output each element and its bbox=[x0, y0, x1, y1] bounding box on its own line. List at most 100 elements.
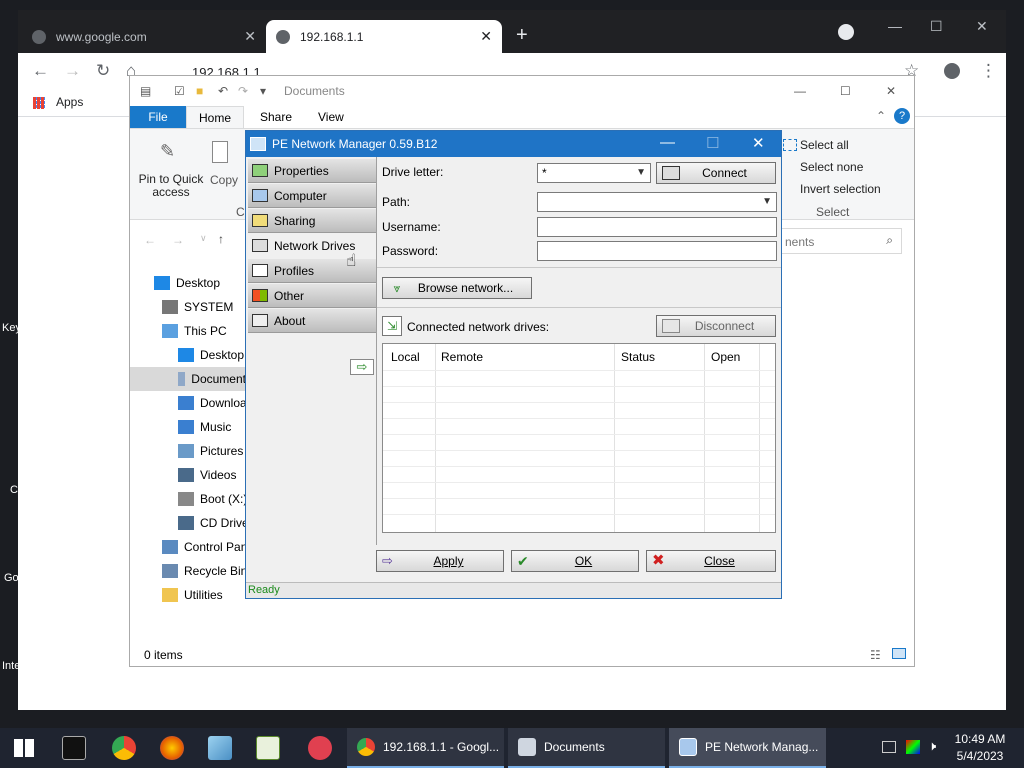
maximize-icon[interactable]: ☐ bbox=[706, 134, 719, 152]
nav-item[interactable]: Videos bbox=[178, 463, 236, 487]
close-tab-icon[interactable]: ✕ bbox=[480, 28, 492, 45]
profile-icon[interactable] bbox=[944, 63, 960, 79]
properties-icon[interactable]: ▤ bbox=[140, 84, 151, 98]
chart-tool-icon[interactable] bbox=[256, 736, 280, 760]
nav-item[interactable]: Desktop bbox=[154, 271, 220, 295]
ribbon-collapse-icon[interactable]: ⌃ bbox=[876, 109, 886, 123]
minimize-icon[interactable]: — bbox=[660, 134, 675, 151]
tab-properties[interactable]: Properties bbox=[248, 159, 376, 183]
tab-search-icon[interactable] bbox=[838, 24, 854, 40]
close-tab-icon[interactable]: ✕ bbox=[244, 28, 256, 45]
column-remote[interactable]: Remote bbox=[441, 350, 483, 364]
connected-drives-table[interactable]: Local Remote Status Open bbox=[382, 343, 776, 533]
password-field[interactable] bbox=[537, 241, 777, 261]
tab-sharing[interactable]: Sharing bbox=[248, 209, 376, 233]
tab-network-drives[interactable]: Network Drives bbox=[248, 234, 376, 258]
customize-qa-icon[interactable]: ▾ bbox=[260, 84, 266, 98]
firefox-icon[interactable] bbox=[160, 736, 184, 760]
checkmark-icon[interactable]: ☑ bbox=[174, 84, 185, 98]
help-icon[interactable]: ? bbox=[894, 108, 910, 124]
maximize-icon[interactable]: ☐ bbox=[840, 84, 851, 98]
path-combobox[interactable]: ▼ bbox=[537, 192, 777, 212]
ok-button[interactable]: ✔ OK bbox=[511, 550, 639, 572]
apps-grid-icon[interactable] bbox=[33, 97, 45, 109]
nav-item[interactable]: Utilities bbox=[162, 583, 223, 607]
minimize-icon[interactable]: — bbox=[888, 18, 902, 34]
nav-item[interactable]: Desktop bbox=[178, 343, 244, 367]
nav-item[interactable]: Document bbox=[130, 367, 246, 391]
menu-icon[interactable]: ⋮ bbox=[980, 61, 997, 81]
back-icon[interactable]: ← bbox=[32, 61, 49, 81]
apps-link[interactable]: Apps bbox=[56, 95, 83, 109]
invert-selection-button[interactable]: Invert selection bbox=[800, 182, 881, 196]
expand-arrow-icon[interactable]: ⇨ bbox=[350, 359, 374, 375]
close-icon[interactable]: ✕ bbox=[886, 84, 896, 98]
close-icon[interactable]: ✕ bbox=[752, 134, 765, 152]
connect-button[interactable]: Connect bbox=[656, 162, 776, 184]
storage-tool-icon[interactable] bbox=[208, 736, 232, 760]
search-box[interactable]: nents ⌕ bbox=[780, 228, 902, 254]
apply-button[interactable]: ⇨ Apply bbox=[376, 550, 504, 572]
forward-icon[interactable]: → bbox=[64, 61, 81, 81]
chrome-icon[interactable] bbox=[112, 736, 136, 760]
color-tray-icon[interactable] bbox=[906, 740, 920, 754]
tab-share[interactable]: Share bbox=[248, 106, 304, 128]
browser-tab-router[interactable]: 192.168.1.1 ✕ bbox=[266, 20, 502, 53]
column-status[interactable]: Status bbox=[621, 350, 655, 364]
tab-computer[interactable]: Computer bbox=[248, 184, 376, 208]
nav-item[interactable]: Pictures bbox=[178, 439, 243, 463]
copy-button[interactable]: Copy bbox=[210, 173, 238, 187]
command-prompt-icon[interactable] bbox=[62, 736, 86, 760]
network-tray-icon[interactable] bbox=[882, 741, 896, 753]
tab-home[interactable]: Home bbox=[186, 106, 245, 128]
minimize-icon[interactable]: — bbox=[794, 84, 806, 98]
nav-item[interactable]: Download bbox=[178, 391, 253, 415]
close-window-icon[interactable]: ✕ bbox=[976, 18, 988, 35]
nav-item[interactable]: Recycle Bin bbox=[162, 559, 247, 583]
taskbar-documents-window[interactable]: Documents bbox=[508, 728, 665, 768]
close-button[interactable]: ✖ Close bbox=[646, 550, 776, 572]
large-icons-view-icon[interactable] bbox=[892, 648, 906, 659]
nav-item[interactable]: Music bbox=[178, 415, 231, 439]
tab-profiles[interactable]: Profiles bbox=[248, 259, 376, 283]
pin-quick-access-button[interactable]: Pin to Quick access bbox=[136, 173, 206, 199]
column-local[interactable]: Local bbox=[391, 350, 420, 364]
disconnect-button[interactable]: Disconnect bbox=[656, 315, 776, 337]
recycle-bin-icon bbox=[162, 564, 178, 578]
new-tab-icon[interactable]: + bbox=[516, 24, 528, 47]
browse-network-button[interactable]: ⩔ Browse network... bbox=[382, 277, 532, 299]
taskbar-chrome-window[interactable]: 192.168.1.1 - Googl... bbox=[347, 728, 504, 768]
taskbar-pe-network-window[interactable]: PE Network Manag... bbox=[669, 728, 826, 768]
details-view-icon[interactable]: ☷ bbox=[870, 648, 881, 662]
drive-letter-select[interactable]: * ▼ bbox=[537, 163, 651, 183]
column-open[interactable]: Open bbox=[711, 350, 740, 364]
clock-date[interactable]: 5/4/2023 bbox=[950, 749, 1010, 763]
recent-icon[interactable]: ∨ bbox=[200, 233, 207, 244]
tab-other[interactable]: Other bbox=[248, 284, 376, 308]
grid-line bbox=[383, 386, 775, 387]
forward-icon[interactable]: → bbox=[172, 233, 184, 247]
undo-icon[interactable]: ↶ bbox=[218, 84, 228, 98]
nav-item[interactable]: Boot (X:) bbox=[178, 487, 247, 511]
reload-icon[interactable]: ↻ bbox=[96, 61, 110, 81]
volume-muted-icon[interactable]: 🕨 bbox=[928, 738, 936, 754]
network-tool-icon[interactable] bbox=[308, 736, 332, 760]
username-field[interactable] bbox=[537, 217, 777, 237]
tab-about[interactable]: About bbox=[248, 309, 376, 333]
nav-item[interactable]: Control Pan bbox=[162, 535, 247, 559]
select-none-button[interactable]: Select none bbox=[800, 160, 863, 174]
start-windows-icon[interactable] bbox=[14, 739, 34, 757]
clock-time[interactable]: 10:49 AM bbox=[950, 732, 1010, 746]
up-icon[interactable]: ↑ bbox=[218, 232, 224, 246]
redo-icon[interactable]: ↷ bbox=[238, 84, 248, 98]
maximize-icon[interactable]: ☐ bbox=[930, 18, 943, 35]
nav-item[interactable]: SYSTEM bbox=[162, 295, 233, 319]
refresh-drives-icon[interactable]: ⇲ bbox=[382, 316, 402, 336]
back-icon[interactable]: ← bbox=[144, 233, 156, 247]
nav-item[interactable]: This PC bbox=[162, 319, 227, 343]
tab-file[interactable]: File bbox=[130, 106, 186, 128]
folder-icon[interactable]: ■ bbox=[196, 84, 203, 98]
browser-tab-google[interactable]: www.google.com ✕ bbox=[22, 20, 266, 53]
tab-view[interactable]: View bbox=[306, 106, 356, 128]
select-all-button[interactable]: Select all bbox=[800, 138, 849, 152]
